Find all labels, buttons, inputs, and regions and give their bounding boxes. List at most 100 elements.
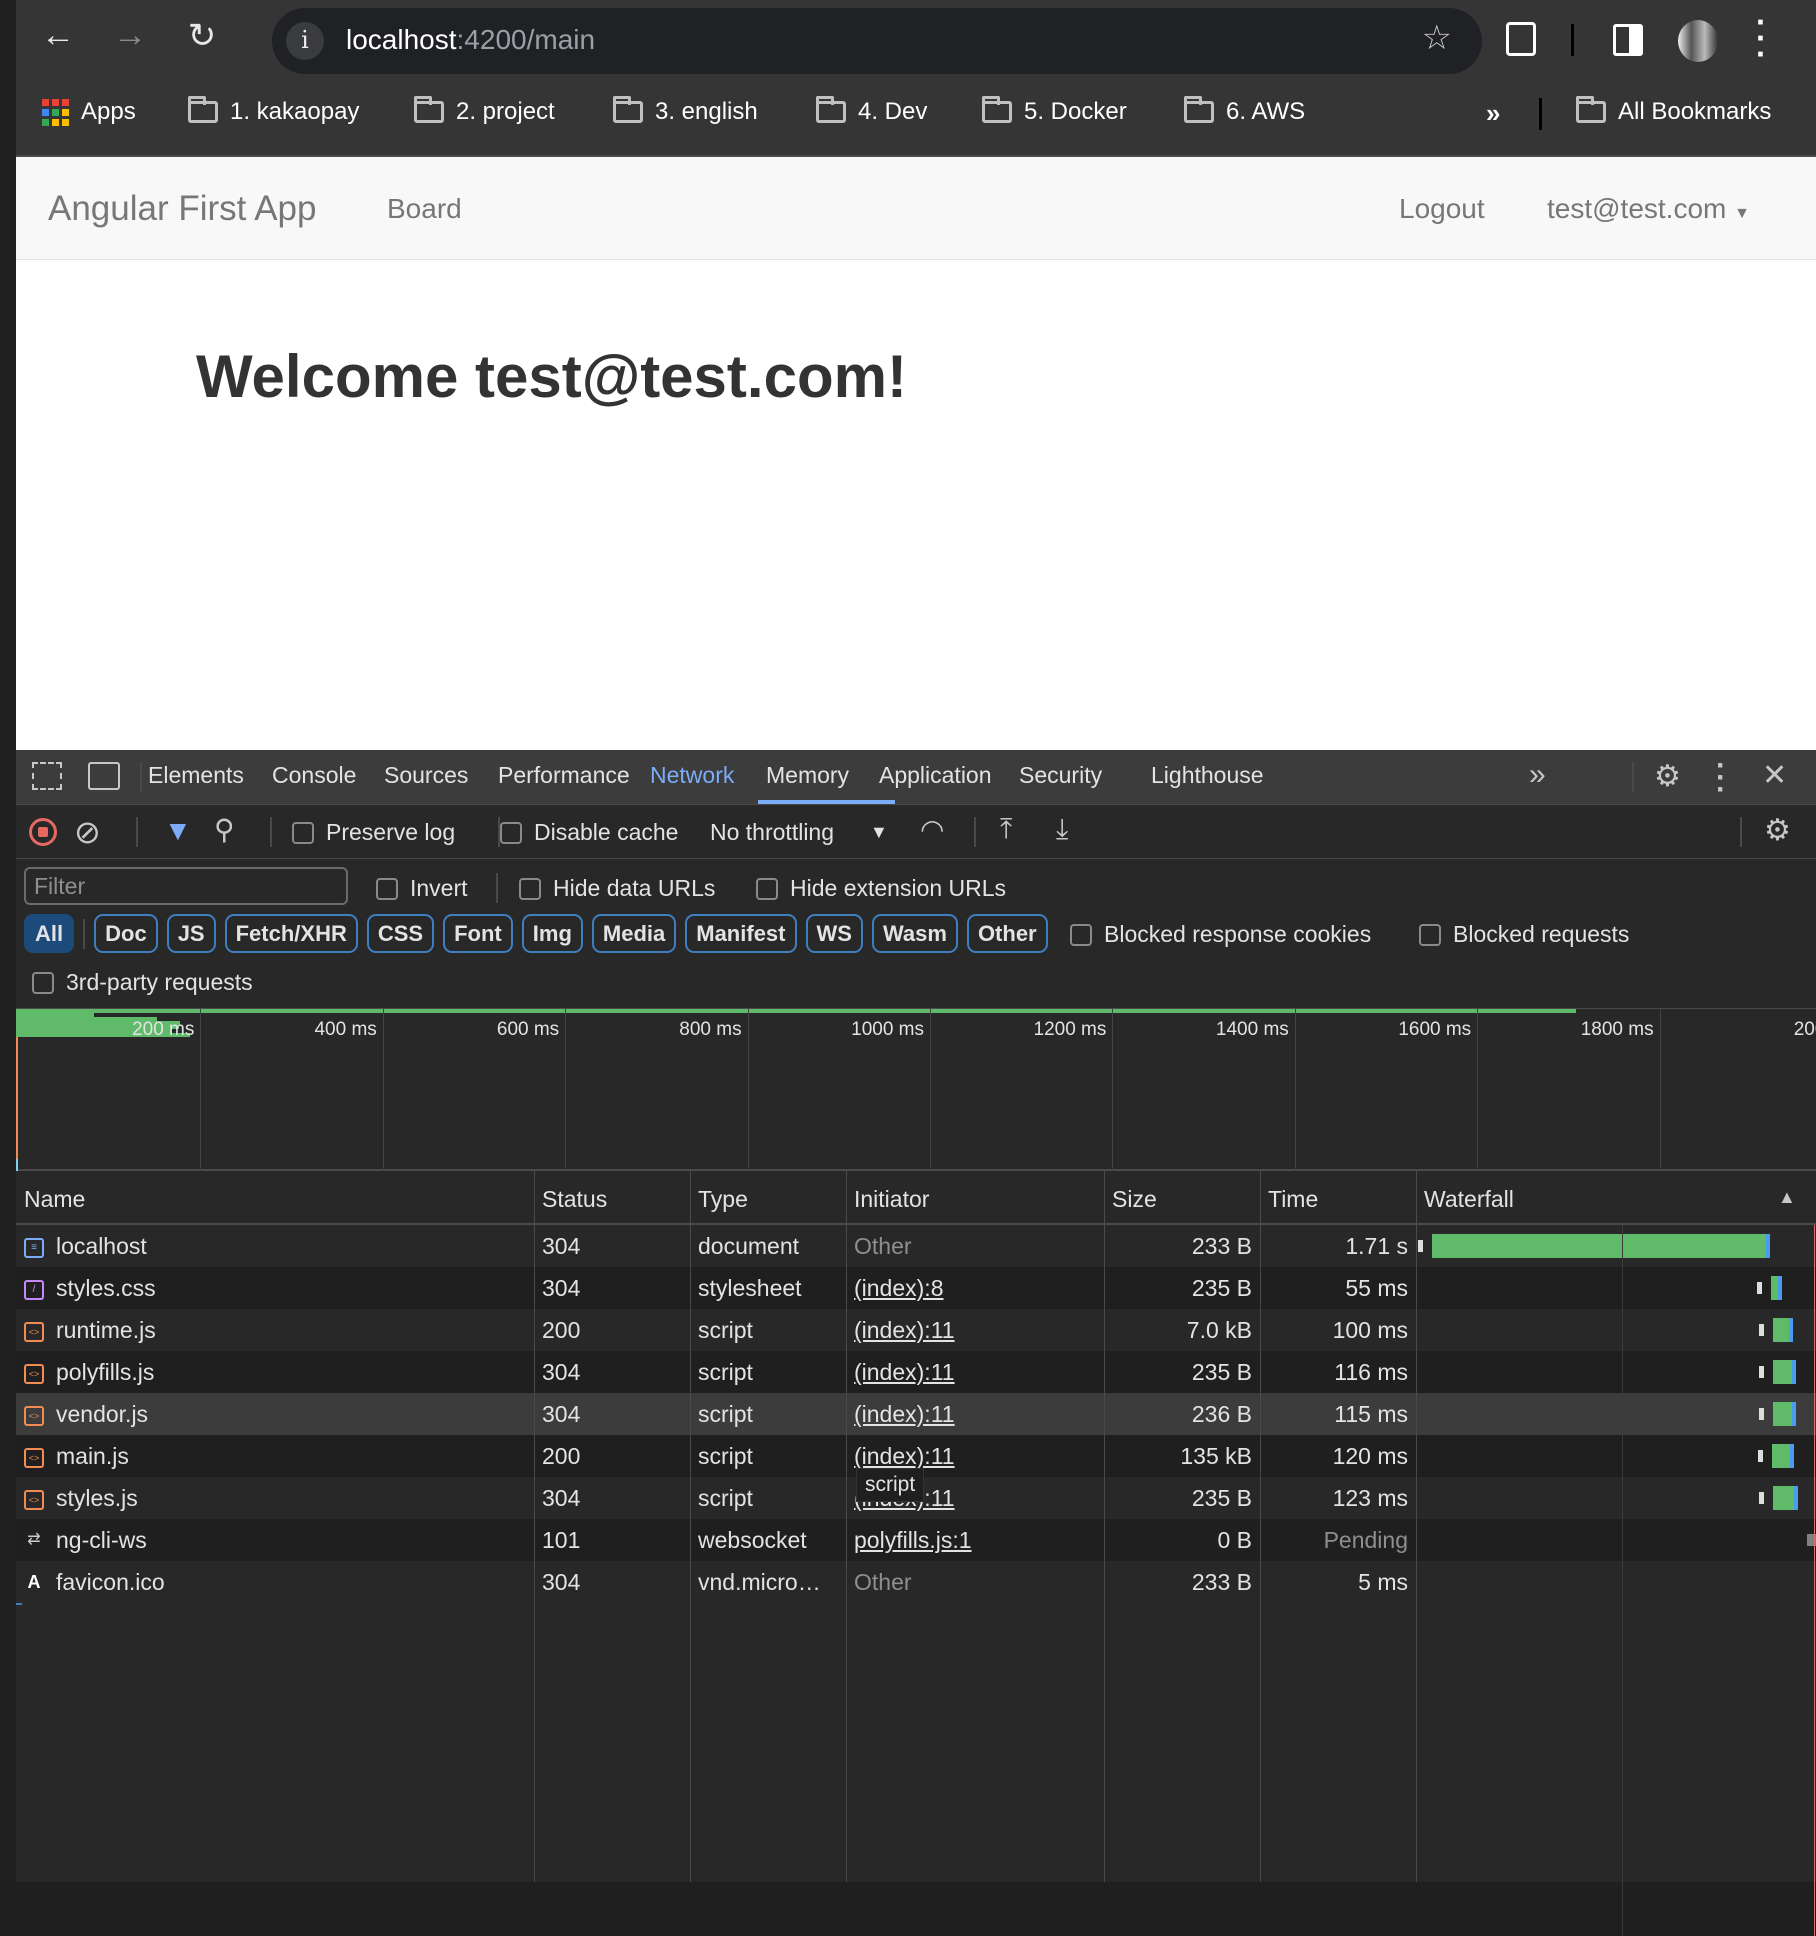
- overview-gridline: [200, 1009, 202, 1171]
- filter-chip-media[interactable]: Media: [591, 914, 677, 953]
- tab-network[interactable]: Network: [650, 762, 734, 789]
- nav-logout-link[interactable]: Logout: [1399, 193, 1485, 225]
- table-row[interactable]: Afavicon.ico 304 vnd.micro… Other 233 B 5 ms: [16, 1561, 1816, 1603]
- disable-cache-checkbox[interactable]: Disable cache: [500, 819, 678, 846]
- table-row[interactable]: ≡ localhost 304 document Other 233 B 1.71 s: [16, 1225, 1816, 1267]
- waterfall-download: [1766, 1234, 1771, 1258]
- third-party-requests-checkbox[interactable]: 3rd-party requests: [32, 969, 253, 996]
- folder-icon: [1576, 96, 1606, 123]
- cell-initiator[interactable]: (index):11: [846, 1393, 1104, 1435]
- table-row[interactable]: / styles.css 304 stylesheet (index):8 235 B 55…: [16, 1267, 1816, 1309]
- address-bar[interactable]: i localhost:4200/main ☆: [272, 8, 1482, 74]
- blocked-requests-checkbox[interactable]: Blocked requests: [1419, 921, 1629, 948]
- nav-board-link[interactable]: Board: [387, 193, 462, 225]
- column-header-type[interactable]: Type: [690, 1171, 846, 1225]
- cell-size: 235 B: [1191, 1485, 1252, 1511]
- column-header-initiator[interactable]: Initiator: [846, 1171, 1104, 1225]
- request-name: vendor.js: [56, 1401, 149, 1427]
- sort-ascending-icon[interactable]: ▲: [1778, 1187, 1796, 1208]
- bookmark-folder[interactable]: 5. Docker: [982, 96, 1127, 126]
- filter-chip-other[interactable]: Other: [966, 914, 1048, 953]
- export-har-icon[interactable]: ⤓: [1056, 813, 1068, 846]
- filter-chip-fetch-xhr[interactable]: Fetch/XHR: [224, 914, 358, 953]
- filter-chip-font[interactable]: Font: [443, 914, 513, 953]
- profile-avatar[interactable]: [1678, 20, 1718, 62]
- tab-memory[interactable]: Memory: [766, 762, 849, 789]
- filter-funnel-icon[interactable]: ▼: [164, 815, 192, 847]
- filter-input[interactable]: [24, 867, 348, 905]
- tab-sources[interactable]: Sources: [384, 762, 468, 789]
- browser-menu-icon[interactable]: · · ·: [1756, 6, 1767, 70]
- bookmark-folder[interactable]: 4. Dev: [816, 96, 927, 126]
- tab-console[interactable]: Console: [272, 762, 356, 789]
- bookmark-folder[interactable]: 1. kakaopay: [188, 96, 359, 126]
- filter-chip-img[interactable]: Img: [521, 914, 583, 953]
- network-settings-icon[interactable]: ⚙: [1764, 813, 1791, 848]
- reload-icon[interactable]: ↻: [180, 16, 224, 56]
- invert-checkbox[interactable]: Invert: [376, 875, 468, 902]
- tab-security[interactable]: Security: [1019, 762, 1102, 789]
- close-devtools-icon[interactable]: ✕: [1762, 758, 1787, 793]
- more-tabs-icon[interactable]: »: [1529, 758, 1546, 792]
- import-har-icon[interactable]: ⤒: [1000, 813, 1012, 846]
- filter-chip-wasm[interactable]: Wasm: [871, 914, 958, 953]
- table-row[interactable]: ⇄ ng-cli-ws 101 websocket polyfills.js:1 0 B P…: [16, 1519, 1816, 1561]
- throttling-select[interactable]: No throttling ▼: [710, 819, 888, 846]
- bookmark-folder[interactable]: 6. AWS: [1184, 96, 1305, 126]
- request-name: runtime.js: [56, 1317, 156, 1343]
- inspect-element-icon[interactable]: [32, 762, 62, 790]
- tab-lighthouse[interactable]: Lighthouse: [1151, 762, 1264, 789]
- filter-chip-css[interactable]: CSS: [366, 914, 435, 953]
- filter-chip-js[interactable]: JS: [166, 914, 216, 953]
- forward-icon[interactable]: →: [108, 16, 152, 55]
- column-header-waterfall[interactable]: Waterfall: [1416, 1171, 1816, 1225]
- table-row[interactable]: <> runtime.js 200 script (index):11 7.0 kB 100…: [16, 1309, 1816, 1351]
- cell-initiator[interactable]: (index):8: [846, 1267, 1104, 1309]
- blocked-response-cookies-checkbox[interactable]: Blocked response cookies: [1070, 921, 1371, 948]
- bookmark-folder[interactable]: 2. project: [414, 96, 555, 126]
- cell-initiator[interactable]: (index):11: [846, 1309, 1104, 1351]
- cell-initiator[interactable]: (index):11: [846, 1351, 1104, 1393]
- side-panel-icon[interactable]: [1613, 24, 1643, 56]
- devtools-menu-icon[interactable]: · · ·: [1716, 751, 1726, 805]
- cell-initiator[interactable]: polyfills.js:1: [846, 1519, 1104, 1561]
- column-header-time[interactable]: Time: [1260, 1171, 1416, 1225]
- tab-application[interactable]: Application: [879, 762, 992, 789]
- app-brand[interactable]: Angular First App: [48, 189, 316, 229]
- clear-icon[interactable]: ⊘: [74, 813, 101, 851]
- network-overview-timeline[interactable]: 200 ms 400 ms 600 ms 800 ms 1000 ms 1200 ms 14…: [16, 1009, 1816, 1605]
- column-header-size[interactable]: Size: [1104, 1171, 1260, 1225]
- table-row[interactable]: <> vendor.js 304 script (index):11 236 B 115 m…: [16, 1393, 1816, 1435]
- filter-chip-doc[interactable]: Doc: [94, 914, 158, 953]
- bookmark-apps[interactable]: Apps: [42, 98, 136, 126]
- column-header-name[interactable]: Name: [16, 1171, 534, 1225]
- column-header-status[interactable]: Status: [534, 1171, 690, 1225]
- filter-chip-manifest[interactable]: Manifest: [685, 914, 797, 953]
- tab-performance[interactable]: Performance: [498, 762, 630, 789]
- cell-name: <> polyfills.js: [16, 1351, 534, 1393]
- network-requests-table: ≡ localhost 304 document Other 233 B 1.71 s / st…: [16, 1171, 1816, 1936]
- filter-chip-ws[interactable]: WS: [805, 914, 863, 953]
- site-info-icon[interactable]: i: [286, 22, 324, 60]
- cell-size: 7.0 kB: [1186, 1317, 1252, 1343]
- more-bookmarks-icon[interactable]: »: [1486, 98, 1500, 129]
- hide-data-urls-checkbox[interactable]: Hide data URLs: [519, 875, 715, 902]
- device-toolbar-icon[interactable]: [88, 762, 120, 790]
- back-icon[interactable]: ←: [36, 16, 80, 55]
- bookmark-folder[interactable]: 3. english: [613, 96, 758, 126]
- all-bookmarks[interactable]: All Bookmarks: [1576, 96, 1771, 126]
- network-conditions-icon[interactable]: ◠: [920, 813, 944, 846]
- column-divider: [1104, 1171, 1105, 1882]
- stop-recording-icon[interactable]: [29, 818, 57, 846]
- user-dropdown[interactable]: test@test.com ▼: [1547, 193, 1750, 225]
- settings-gear-icon[interactable]: ⚙: [1654, 759, 1681, 794]
- table-row[interactable]: <> polyfills.js 304 script (index):11 235 B 11…: [16, 1351, 1816, 1393]
- tooltip: script: [856, 1468, 925, 1502]
- search-icon[interactable]: ⚲: [214, 813, 235, 846]
- bookmark-star-icon[interactable]: ☆: [1422, 18, 1452, 58]
- tab-elements[interactable]: Elements: [148, 762, 244, 789]
- hide-extension-urls-checkbox[interactable]: Hide extension URLs: [756, 875, 1006, 902]
- filter-chip-all[interactable]: All: [24, 914, 75, 953]
- preserve-log-checkbox[interactable]: Preserve log: [292, 819, 455, 846]
- extensions-icon[interactable]: [1506, 22, 1536, 56]
